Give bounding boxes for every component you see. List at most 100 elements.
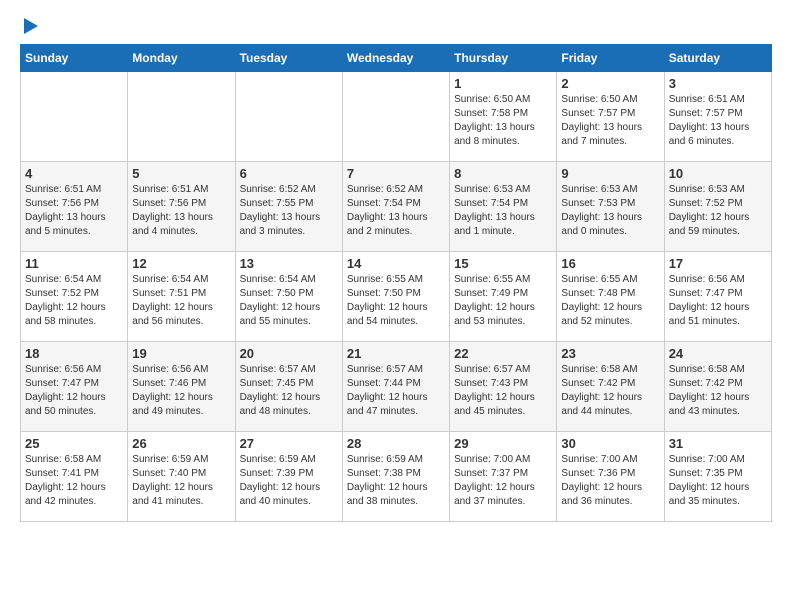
day-info: Sunrise: 6:51 AM Sunset: 7:56 PM Dayligh… xyxy=(132,183,230,239)
header-sunday: Sunday xyxy=(21,45,128,72)
header-saturday: Saturday xyxy=(664,45,771,72)
day-number: 31 xyxy=(669,436,767,451)
calendar-cell: 3Sunrise: 6:51 AM Sunset: 7:57 PM Daylig… xyxy=(664,72,771,162)
day-number: 28 xyxy=(347,436,445,451)
calendar-cell: 14Sunrise: 6:55 AM Sunset: 7:50 PM Dayli… xyxy=(342,252,449,342)
calendar-cell: 7 Sunrise: 6:52 AM Sunset: 7:54 PM Daylig… xyxy=(342,162,449,252)
calendar-cell: 26 Sunrise: 6:59 AM Sunset: 7:40 PM Dayli… xyxy=(128,432,235,522)
calendar-cell xyxy=(235,72,342,162)
day-number: 5 xyxy=(132,166,230,181)
calendar-cell: 28 Sunrise: 6:59 AM Sunset: 7:38 PM Dayli… xyxy=(342,432,449,522)
day-info: Sunrise: 6:56 AM Sunset: 7:47 PM Dayligh… xyxy=(25,363,123,419)
day-number: 24 xyxy=(669,346,767,361)
calendar-cell: 15 Sunrise: 6:55 AM Sunset: 7:49 PM Dayli… xyxy=(450,252,557,342)
header-thursday: Thursday xyxy=(450,45,557,72)
logo xyxy=(20,20,38,34)
day-info: Sunrise: 6:53 AM Sunset: 7:52 PM Dayligh… xyxy=(669,183,767,239)
calendar-cell xyxy=(342,72,449,162)
day-info: Sunrise: 6:58 AM Sunset: 7:42 PM Dayligh… xyxy=(561,363,659,419)
calendar-cell: 18 Sunrise: 6:56 AM Sunset: 7:47 PM Dayli… xyxy=(21,342,128,432)
day-info: Sunrise: 6:57 AM Sunset: 7:45 PM Dayligh… xyxy=(240,363,338,419)
calendar-cell: 29 Sunrise: 7:00 AM Sunset: 7:37 PM Dayli… xyxy=(450,432,557,522)
day-info: Sunrise: 6:55 AM Sunset: 7:49 PM Dayligh… xyxy=(454,273,552,329)
day-number: 27 xyxy=(240,436,338,451)
calendar-cell: 25 Sunrise: 6:58 AM Sunset: 7:41 PM Dayli… xyxy=(21,432,128,522)
day-number: 7 xyxy=(347,166,445,181)
calendar-cell: 4Sunrise: 6:51 AM Sunset: 7:56 PM Daylig… xyxy=(21,162,128,252)
header-friday: Friday xyxy=(557,45,664,72)
day-info: Sunrise: 6:57 AM Sunset: 7:43 PM Dayligh… xyxy=(454,363,552,419)
day-info: Sunrise: 6:58 AM Sunset: 7:42 PM Dayligh… xyxy=(669,363,767,419)
day-number: 9 xyxy=(561,166,659,181)
day-number: 29 xyxy=(454,436,552,451)
day-info: Sunrise: 6:58 AM Sunset: 7:41 PM Dayligh… xyxy=(25,453,123,509)
header-wednesday: Wednesday xyxy=(342,45,449,72)
day-info: Sunrise: 6:54 AM Sunset: 7:50 PM Dayligh… xyxy=(240,273,338,329)
day-info: Sunrise: 7:00 AM Sunset: 7:36 PM Dayligh… xyxy=(561,453,659,509)
day-number: 20 xyxy=(240,346,338,361)
calendar-cell: 2 Sunrise: 6:50 AM Sunset: 7:57 PM Daylig… xyxy=(557,72,664,162)
day-info: Sunrise: 6:56 AM Sunset: 7:46 PM Dayligh… xyxy=(132,363,230,419)
calendar-cell xyxy=(128,72,235,162)
calendar-cell: 6Sunrise: 6:52 AM Sunset: 7:55 PM Daylig… xyxy=(235,162,342,252)
calendar-cell: 27 Sunrise: 6:59 AM Sunset: 7:39 PM Dayli… xyxy=(235,432,342,522)
day-number: 4 xyxy=(25,166,123,181)
calendar-week-5: 25 Sunrise: 6:58 AM Sunset: 7:41 PM Dayli… xyxy=(21,432,772,522)
day-info: Sunrise: 6:59 AM Sunset: 7:40 PM Dayligh… xyxy=(132,453,230,509)
day-number: 19 xyxy=(132,346,230,361)
day-number: 26 xyxy=(132,436,230,451)
day-number: 15 xyxy=(454,256,552,271)
calendar-cell xyxy=(21,72,128,162)
calendar-cell: 16 Sunrise: 6:55 AM Sunset: 7:48 PM Dayli… xyxy=(557,252,664,342)
calendar-cell: 30Sunrise: 7:00 AM Sunset: 7:36 PM Dayli… xyxy=(557,432,664,522)
logo-arrow-icon xyxy=(24,18,38,34)
day-info: Sunrise: 6:55 AM Sunset: 7:50 PM Dayligh… xyxy=(347,273,445,329)
day-number: 16 xyxy=(561,256,659,271)
day-number: 25 xyxy=(25,436,123,451)
day-number: 13 xyxy=(240,256,338,271)
calendar-cell: 11Sunrise: 6:54 AM Sunset: 7:52 PM Dayli… xyxy=(21,252,128,342)
day-number: 10 xyxy=(669,166,767,181)
day-number: 6 xyxy=(240,166,338,181)
calendar-cell: 10 Sunrise: 6:53 AM Sunset: 7:52 PM Dayli… xyxy=(664,162,771,252)
calendar-cell: 24 Sunrise: 6:58 AM Sunset: 7:42 PM Dayli… xyxy=(664,342,771,432)
calendar-cell: 19 Sunrise: 6:56 AM Sunset: 7:46 PM Dayli… xyxy=(128,342,235,432)
day-number: 11 xyxy=(25,256,123,271)
day-number: 1 xyxy=(454,76,552,91)
calendar-week-3: 11Sunrise: 6:54 AM Sunset: 7:52 PM Dayli… xyxy=(21,252,772,342)
calendar-week-2: 4 Sunrise: 6:51 AM Sunset: 7:56 PM Daylig… xyxy=(21,162,772,252)
page-header xyxy=(20,20,772,34)
day-number: 18 xyxy=(25,346,123,361)
calendar-cell: 23Sunrise: 6:58 AM Sunset: 7:42 PM Dayli… xyxy=(557,342,664,432)
day-info: Sunrise: 6:53 AM Sunset: 7:54 PM Dayligh… xyxy=(454,183,552,239)
calendar-cell: 8Sunrise: 6:53 AM Sunset: 7:54 PM Daylig… xyxy=(450,162,557,252)
day-info: Sunrise: 7:00 AM Sunset: 7:35 PM Dayligh… xyxy=(669,453,767,509)
day-info: Sunrise: 6:54 AM Sunset: 7:51 PM Dayligh… xyxy=(132,273,230,329)
day-info: Sunrise: 6:50 AM Sunset: 7:57 PM Dayligh… xyxy=(561,93,659,149)
day-number: 21 xyxy=(347,346,445,361)
day-number: 12 xyxy=(132,256,230,271)
day-info: Sunrise: 6:53 AM Sunset: 7:53 PM Dayligh… xyxy=(561,183,659,239)
calendar-cell: 21Sunrise: 6:57 AM Sunset: 7:44 PM Dayli… xyxy=(342,342,449,432)
calendar-cell: 13 Sunrise: 6:54 AM Sunset: 7:50 PM Dayli… xyxy=(235,252,342,342)
calendar-table: SundayMondayTuesdayWednesdayThursdayFrid… xyxy=(20,44,772,522)
day-info: Sunrise: 7:00 AM Sunset: 7:37 PM Dayligh… xyxy=(454,453,552,509)
header-monday: Monday xyxy=(128,45,235,72)
day-info: Sunrise: 6:56 AM Sunset: 7:47 PM Dayligh… xyxy=(669,273,767,329)
header-tuesday: Tuesday xyxy=(235,45,342,72)
calendar-cell: 17Sunrise: 6:56 AM Sunset: 7:47 PM Dayli… xyxy=(664,252,771,342)
calendar-cell: 12 Sunrise: 6:54 AM Sunset: 7:51 PM Dayli… xyxy=(128,252,235,342)
calendar-week-4: 18 Sunrise: 6:56 AM Sunset: 7:47 PM Dayli… xyxy=(21,342,772,432)
day-number: 3 xyxy=(669,76,767,91)
day-info: Sunrise: 6:50 AM Sunset: 7:58 PM Dayligh… xyxy=(454,93,552,149)
day-number: 22 xyxy=(454,346,552,361)
calendar-cell: 22 Sunrise: 6:57 AM Sunset: 7:43 PM Dayli… xyxy=(450,342,557,432)
day-info: Sunrise: 6:55 AM Sunset: 7:48 PM Dayligh… xyxy=(561,273,659,329)
day-info: Sunrise: 6:52 AM Sunset: 7:54 PM Dayligh… xyxy=(347,183,445,239)
day-info: Sunrise: 6:59 AM Sunset: 7:39 PM Dayligh… xyxy=(240,453,338,509)
day-number: 2 xyxy=(561,76,659,91)
calendar-cell: 9 Sunrise: 6:53 AM Sunset: 7:53 PM Daylig… xyxy=(557,162,664,252)
calendar-cell: 5 Sunrise: 6:51 AM Sunset: 7:56 PM Daylig… xyxy=(128,162,235,252)
day-info: Sunrise: 6:59 AM Sunset: 7:38 PM Dayligh… xyxy=(347,453,445,509)
calendar-cell: 20 Sunrise: 6:57 AM Sunset: 7:45 PM Dayli… xyxy=(235,342,342,432)
